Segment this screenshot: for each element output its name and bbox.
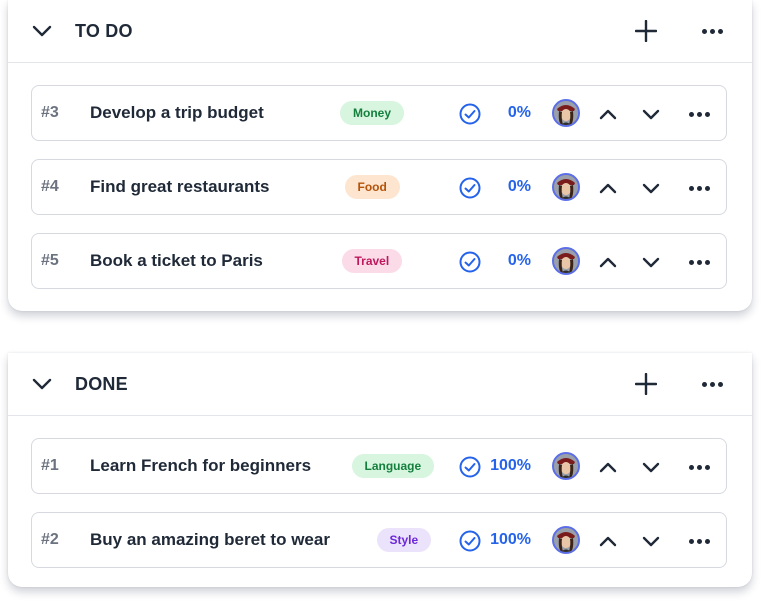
task-title[interactable]: Learn French for beginners (90, 456, 311, 476)
assignee-avatar[interactable] (552, 526, 580, 554)
task-more-icon[interactable] (686, 457, 712, 477)
assignee-avatar[interactable] (552, 173, 580, 201)
task-tag[interactable]: Language (351, 454, 435, 478)
move-up-chevron-up-icon[interactable] (597, 530, 619, 552)
assignee-avatar[interactable] (552, 452, 580, 480)
todo-group-more-icon[interactable] (698, 21, 726, 41)
task-progress: 0% (507, 178, 531, 195)
check-circle-icon[interactable] (459, 103, 481, 125)
task-row[interactable]: #3 Develop a trip budget Money 0% (31, 85, 727, 141)
task-title[interactable]: Develop a trip budget (90, 103, 264, 123)
move-down-chevron-down-icon[interactable] (640, 456, 662, 478)
done-group-header: DONE (8, 353, 752, 416)
task-progress: 0% (507, 104, 531, 121)
task-tag[interactable]: Money (340, 101, 405, 125)
task-id: #3 (41, 104, 59, 121)
task-progress: 100% (490, 531, 531, 548)
check-circle-icon[interactable] (459, 251, 481, 273)
task-id: #5 (41, 252, 59, 269)
task-title[interactable]: Find great restaurants (90, 177, 270, 197)
move-down-chevron-down-icon[interactable] (640, 103, 662, 125)
task-row[interactable]: #1 Learn French for beginners Language 100% (31, 438, 727, 494)
task-id: #1 (41, 457, 59, 474)
collapse-todo-chevron-down-icon[interactable] (32, 21, 52, 41)
assignee-avatar[interactable] (552, 247, 580, 275)
task-title[interactable]: Book a ticket to Paris (90, 251, 263, 271)
task-row[interactable]: #5 Book a ticket to Paris Travel 0% (31, 233, 727, 289)
task-more-icon[interactable] (686, 531, 712, 551)
task-more-icon[interactable] (686, 178, 712, 198)
done-group-title: DONE (75, 373, 128, 394)
task-more-icon[interactable] (686, 104, 712, 124)
move-down-chevron-down-icon[interactable] (640, 530, 662, 552)
check-circle-icon[interactable] (459, 530, 481, 552)
task-tag[interactable]: Food (344, 175, 400, 199)
todo-group-panel: TO DO #3 Develop a trip budget Money 0% #4 Fi… (8, 0, 752, 311)
move-up-chevron-up-icon[interactable] (597, 456, 619, 478)
add-task-todo-plus-icon[interactable] (634, 19, 658, 43)
task-progress: 0% (507, 252, 531, 269)
task-id: #4 (41, 178, 59, 195)
task-tag[interactable]: Travel (341, 249, 403, 273)
move-up-chevron-up-icon[interactable] (597, 177, 619, 199)
collapse-done-chevron-down-icon[interactable] (32, 374, 52, 394)
move-down-chevron-down-icon[interactable] (640, 251, 662, 273)
done-group-more-icon[interactable] (698, 374, 726, 394)
move-up-chevron-up-icon[interactable] (597, 103, 619, 125)
task-title[interactable]: Buy an amazing beret to wear (90, 530, 330, 550)
todo-group-header: TO DO (8, 0, 752, 63)
check-circle-icon[interactable] (459, 456, 481, 478)
task-progress: 100% (490, 457, 531, 474)
todo-group-title: TO DO (75, 20, 133, 41)
done-group-panel: DONE #1 Learn French for beginners Languag… (8, 353, 752, 587)
assignee-avatar[interactable] (552, 99, 580, 127)
add-task-done-plus-icon[interactable] (634, 372, 658, 396)
task-row[interactable]: #4 Find great restaurants Food 0% (31, 159, 727, 215)
task-id: #2 (41, 531, 59, 548)
move-up-chevron-up-icon[interactable] (597, 251, 619, 273)
check-circle-icon[interactable] (459, 177, 481, 199)
move-down-chevron-down-icon[interactable] (640, 177, 662, 199)
task-tag[interactable]: Style (376, 528, 432, 552)
task-more-icon[interactable] (686, 252, 712, 272)
task-row[interactable]: #2 Buy an amazing beret to wear Style 100% (31, 512, 727, 568)
